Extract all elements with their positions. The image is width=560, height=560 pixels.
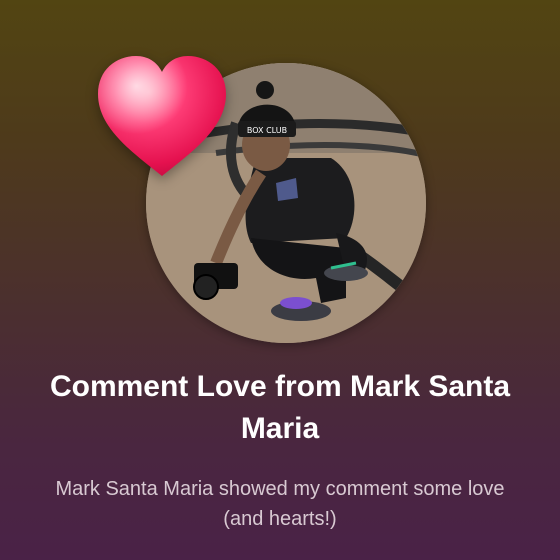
notification-message: Mark Santa Maria showed my comment some … <box>55 478 505 530</box>
beanie-logo-text: BOX CLUB <box>247 126 287 135</box>
heart-icon <box>98 56 226 176</box>
notification-title: Comment Love from Mark Santa Maria <box>49 370 511 445</box>
comment-love-card: BOX CLUB Comment Love from Mark Santa Ma… <box>0 0 560 560</box>
